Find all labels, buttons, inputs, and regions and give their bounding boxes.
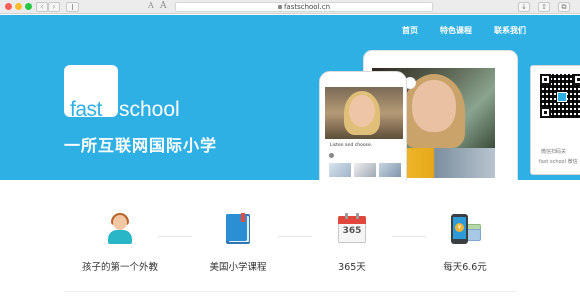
features-section: 孩子的第一个外教 美国小学课程 365 365天 ¥ 每天6.6元	[0, 180, 580, 303]
audio-icon	[329, 153, 334, 158]
share-icon[interactable]: ⇧	[538, 2, 550, 12]
close-window-button[interactable]	[5, 3, 12, 10]
calendar-number: 365	[342, 226, 362, 236]
phone-caption: Listen and choose.	[330, 143, 373, 148]
feature-item: ¥ 每天6.6元	[410, 213, 520, 273]
text-larger-button[interactable]: A	[160, 1, 167, 11]
nav-item-home[interactable]: 首页	[402, 25, 418, 36]
lock-icon	[277, 5, 282, 9]
minimize-window-button[interactable]	[15, 3, 22, 10]
teacher-photo	[412, 80, 456, 132]
feature-item: 365 365天	[297, 213, 407, 273]
student-photo	[349, 95, 375, 127]
slogan: 一所互联网国际小学	[64, 136, 218, 155]
hero-banner: 首页 特色课程 联系我们 fast school 一所互联网国际小学 Liste…	[0, 15, 580, 180]
logo-school-text: school	[119, 98, 180, 121]
answer-choices	[329, 163, 401, 177]
calendar-icon: 365	[336, 213, 368, 245]
feature-label: 美国小学课程	[209, 262, 267, 273]
qr-card: 微信扫码关 fast school 微信	[530, 65, 580, 175]
bottom-divider	[64, 291, 516, 292]
nav-item-contact[interactable]: 联系我们	[494, 25, 526, 36]
back-button[interactable]: ‹	[36, 2, 48, 12]
feature-item: 美国小学课程	[183, 213, 293, 273]
logo-fast-text: fast	[70, 98, 102, 121]
download-icon[interactable]: ↓	[518, 2, 530, 12]
feature-label: 每天6.6元	[443, 262, 487, 273]
text-smaller-button[interactable]: A	[148, 1, 154, 10]
feature-item: 孩子的第一个外教	[65, 213, 175, 273]
browser-toolbar: ‹ › A A fastschool.cn ↓ ⇧ ⧉	[0, 0, 580, 14]
book-icon	[222, 213, 254, 245]
tabs-overview-icon[interactable]: ⧉	[558, 2, 570, 12]
url-text: fastschool.cn	[283, 3, 331, 11]
qr-caption-2: fast school 微信	[539, 159, 578, 165]
address-bar[interactable]: fastschool.cn	[175, 2, 433, 12]
top-navigation: 首页 特色课程 联系我们	[402, 25, 526, 36]
qr-caption: 微信扫码关	[541, 149, 567, 155]
feature-label: 365天	[338, 262, 366, 273]
nav-item-courses[interactable]: 特色课程	[440, 25, 472, 36]
phone-mockup: Listen and choose.	[319, 71, 407, 180]
teacher-icon	[104, 213, 136, 245]
feature-label: 孩子的第一个外教	[81, 262, 158, 273]
phone-screen: Listen and choose.	[325, 87, 403, 180]
qr-logo-icon	[557, 92, 567, 102]
forward-button[interactable]: ›	[48, 2, 60, 12]
phone-payment-icon: ¥	[449, 213, 481, 245]
zoom-window-button[interactable]	[25, 3, 32, 10]
sidebar-icon[interactable]	[66, 2, 79, 12]
